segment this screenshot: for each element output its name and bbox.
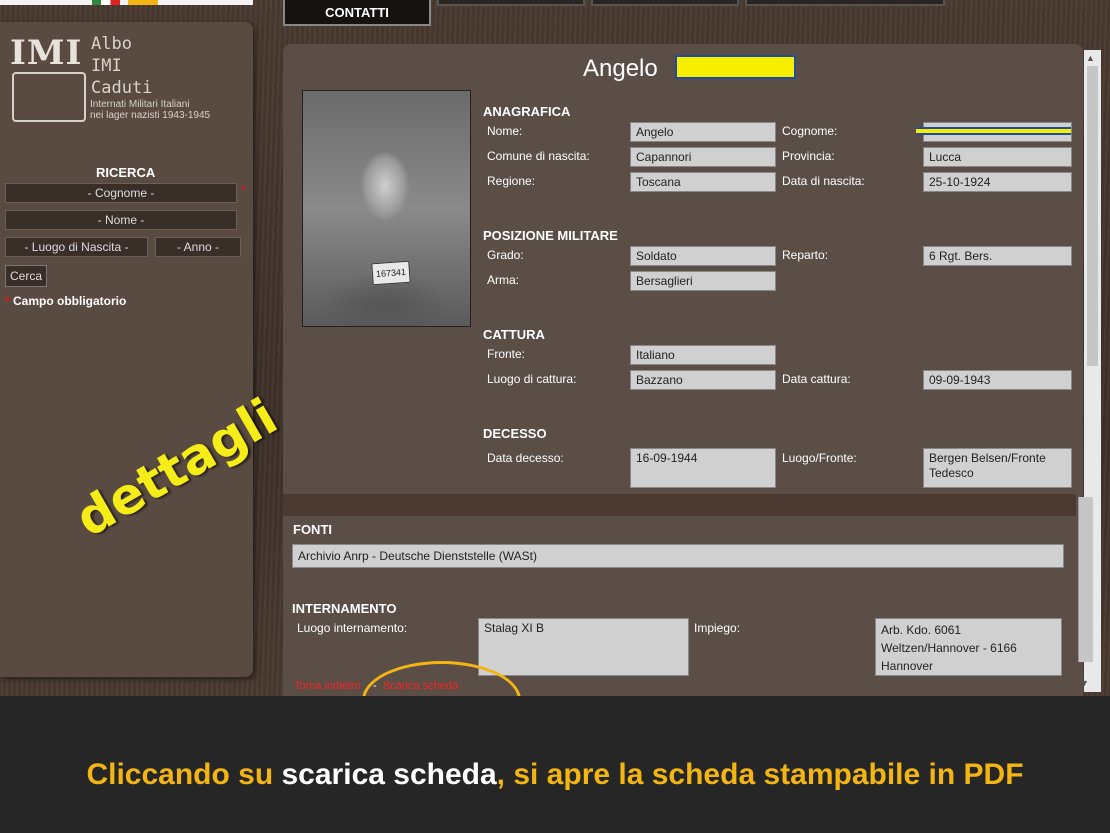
caption-part-1: Cliccando su: [86, 758, 282, 791]
label-comune: Comune di nascita:: [487, 149, 590, 163]
tab-nav-4[interactable]: [745, 0, 945, 6]
search-button[interactable]: Cerca: [5, 265, 47, 287]
scrollbar-thumb[interactable]: [1087, 66, 1098, 366]
section-decesso: DECESSO: [483, 426, 547, 441]
label-nome: Nome:: [487, 124, 523, 138]
label-impiego: Impiego:: [694, 621, 741, 635]
label-fronte: Fronte:: [487, 347, 526, 361]
inner-scrollbar-thumb[interactable]: [1078, 497, 1093, 662]
language-flag-icon[interactable]: [128, 0, 158, 5]
content-divider: [283, 494, 1076, 516]
value-reparto: 6 Rgt. Bers.: [923, 246, 1072, 266]
section-anagrafica: ANAGRAFICA: [483, 104, 571, 119]
back-link[interactable]: Torna indietro: [294, 680, 361, 692]
required-note-star: *: [5, 294, 10, 308]
tab-nav-3[interactable]: [591, 0, 739, 6]
scroll-down-icon[interactable]: ▼: [1080, 678, 1089, 688]
value-regione: Toscana: [630, 172, 776, 192]
label-data-cattura: Data cattura:: [782, 372, 851, 386]
value-cognome: [916, 122, 1072, 142]
redacted-surname-bar: [916, 127, 1071, 135]
redacted-surname: [675, 55, 796, 79]
value-luogo-internamento: Stalag XI B: [478, 618, 689, 676]
label-regione: Regione:: [487, 174, 536, 188]
search-anno-input[interactable]: - Anno -: [155, 237, 241, 257]
logo-line-1: Albo: [91, 34, 132, 54]
logo-line-2: IMI: [91, 56, 122, 76]
value-fonti: Archivio Anrp - Deutsche Dienststelle (W…: [292, 544, 1064, 568]
value-arma: Bersaglieri: [630, 271, 776, 291]
search-title: RICERCA: [96, 165, 156, 180]
value-data-cattura: 09-09-1943: [923, 370, 1072, 390]
value-fronte: Italiano: [630, 345, 776, 365]
label-luogo-decesso: Luogo/Fronte:: [782, 451, 857, 465]
value-grado: Soldato: [630, 246, 776, 266]
caption-part-3: , si apre la scheda stampabile in PDF: [496, 758, 1024, 791]
label-provincia: Provincia:: [782, 149, 835, 163]
label-cognome: Cognome:: [782, 124, 838, 138]
value-luogo-decesso: Bergen Belsen/Fronte Tedesco: [923, 448, 1072, 488]
required-star: *: [241, 183, 246, 197]
tab-nav-2[interactable]: [437, 0, 585, 6]
label-arma: Arma:: [487, 273, 520, 287]
search-luogo-nascita-input[interactable]: - Luogo di Nascita -: [5, 237, 148, 257]
section-internamento: INTERNAMENTO: [292, 601, 397, 616]
value-nome: Angelo: [630, 122, 776, 142]
value-data-decesso: 16-09-1944: [630, 448, 776, 488]
value-impiego: Arb. Kdo. 6061 Weltzen/Hannover - 6166 H…: [875, 618, 1062, 676]
label-luogo-cattura: Luogo di cattura:: [487, 372, 577, 386]
logo-subtitle-1: Internati Militari Italiani: [90, 99, 190, 110]
prisoner-photo: [302, 90, 471, 327]
tab-contatti[interactable]: CONTATTI: [283, 0, 431, 26]
scroll-up-icon[interactable]: ▲: [1086, 53, 1095, 63]
logo-mark[interactable]: IMI: [10, 33, 82, 73]
logo-graphic-icon: [12, 72, 86, 122]
value-comune: Capannori: [630, 147, 776, 167]
section-fonti: FONTI: [293, 522, 332, 537]
caption-part-2: scarica scheda: [281, 758, 497, 791]
label-data-nascita: Data di nascita:: [782, 174, 865, 188]
section-posizione-militare: POSIZIONE MILITARE: [483, 228, 618, 243]
value-luogo-cattura: Bazzano: [630, 370, 776, 390]
required-note: * Campo obbligatorio: [5, 294, 126, 308]
value-provincia: Lucca: [923, 147, 1072, 167]
italian-flag-icon[interactable]: [92, 0, 120, 5]
logo-subtitle-2: nei lager nazisti 1943-1945: [90, 110, 211, 121]
search-nome-input[interactable]: - Nome -: [5, 210, 237, 230]
search-cognome-input[interactable]: - Cognome -: [5, 183, 237, 203]
label-luogo-internamento: Luogo internamento:: [297, 621, 408, 635]
label-grado: Grado:: [487, 248, 524, 262]
value-data-nascita: 25-10-1924: [923, 172, 1072, 192]
section-cattura: CATTURA: [483, 327, 545, 342]
label-reparto: Reparto:: [782, 248, 829, 262]
top-strip: [0, 0, 253, 5]
logo-line-3: Caduti: [91, 78, 153, 98]
required-note-text: Campo obbligatorio: [13, 294, 127, 308]
record-title: Angelo: [583, 55, 658, 82]
label-data-decesso: Data decesso:: [487, 451, 564, 465]
caption: Cliccando su scarica scheda, si apre la …: [0, 758, 1110, 792]
photo-number-tag: 167341: [371, 260, 411, 286]
